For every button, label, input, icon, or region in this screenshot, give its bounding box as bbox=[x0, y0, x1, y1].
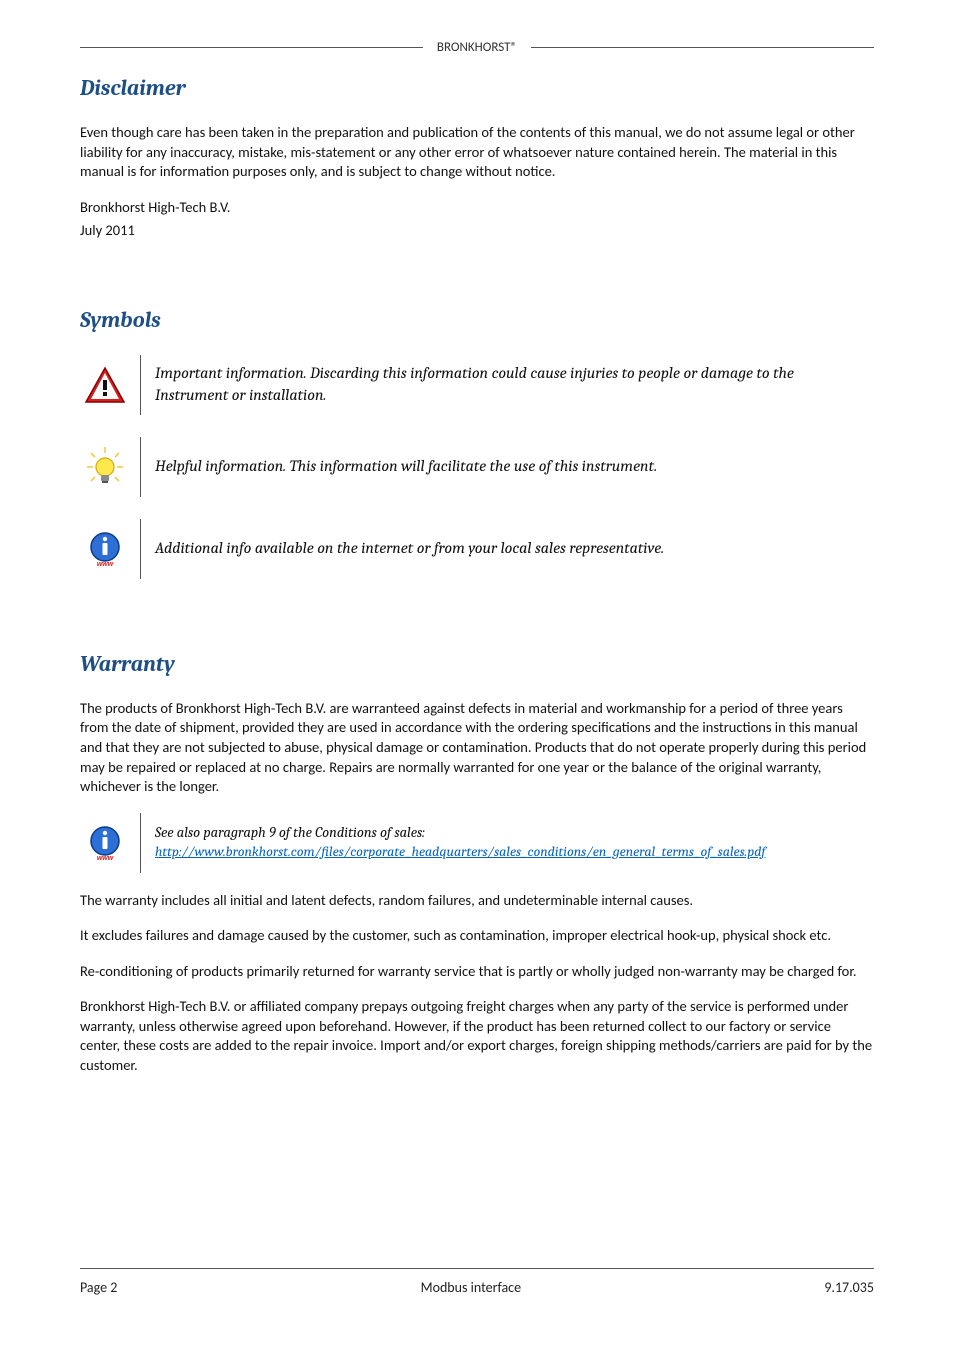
symbol-info-line1: Additional info available on the interne… bbox=[155, 538, 664, 560]
page-footer: Page 2 Modbus interface 9.17.035 bbox=[80, 1268, 874, 1296]
warranty-para5: Bronkhorst High-Tech B.V. or affiliated … bbox=[80, 997, 874, 1075]
symbol-tip-line1: Helpful information. This information wi… bbox=[155, 456, 657, 478]
footer-doc-code: 9.17.035 bbox=[824, 1279, 874, 1296]
symbol-row-tip: Helpful information. This information wi… bbox=[80, 437, 874, 497]
disclaimer-heading: Disclaimer bbox=[80, 75, 874, 101]
symbol-row-warning: Important information. Discarding this i… bbox=[80, 355, 874, 415]
warranty-note-row: www See also paragraph 9 of the Conditio… bbox=[80, 813, 874, 873]
disclaimer-para1: Even though care has been taken in the p… bbox=[80, 123, 874, 182]
disclaimer-signoff: Bronkhorst High-Tech B.V. July 2011 bbox=[80, 198, 874, 241]
symbol-text-info: Additional info available on the interne… bbox=[155, 519, 664, 579]
header-rule-left bbox=[80, 47, 423, 48]
warranty-note-link[interactable]: http://www.bronkhorst.com/files/corporat… bbox=[155, 843, 765, 862]
warranty-para1: The products of Bronkhorst High-Tech B.V… bbox=[80, 699, 874, 797]
lightbulb-icon bbox=[80, 437, 130, 497]
warranty-para4: Re-conditioning of products primarily re… bbox=[80, 962, 874, 982]
warranty-para3: It excludes failures and damage caused b… bbox=[80, 926, 874, 946]
symbol-row-info: www Additional info available on the int… bbox=[80, 519, 874, 579]
info-www-icon: www bbox=[80, 813, 130, 873]
symbol-warning-line1: Important information. Discarding this i… bbox=[155, 363, 794, 385]
disclaimer-date: July 2011 bbox=[80, 221, 874, 241]
symbol-text-tip: Helpful information. This information wi… bbox=[155, 437, 657, 497]
symbol-divider bbox=[140, 813, 141, 873]
symbols-heading: Symbols bbox=[80, 307, 874, 333]
warranty-heading: Warranty bbox=[80, 651, 874, 677]
warranty-para2: The warranty includes all initial and la… bbox=[80, 891, 874, 911]
footer-doc-title: Modbus interface bbox=[421, 1279, 521, 1296]
symbol-text-warning: Important information. Discarding this i… bbox=[155, 355, 794, 415]
symbol-warning-line2: Instrument or installation. bbox=[155, 385, 794, 407]
symbol-divider bbox=[140, 355, 141, 415]
disclaimer-body: Even though care has been taken in the p… bbox=[80, 123, 874, 182]
footer-page-number: Page 2 bbox=[80, 1279, 117, 1296]
header-rule-right bbox=[531, 47, 874, 48]
page-top-header: BRONKHORST® bbox=[80, 40, 874, 55]
warning-icon bbox=[80, 355, 130, 415]
symbol-divider bbox=[140, 437, 141, 497]
footer-rule bbox=[80, 1268, 874, 1269]
svg-text:www: www bbox=[97, 855, 114, 862]
brand-name: BRONKHORST® bbox=[437, 40, 517, 55]
symbol-divider bbox=[140, 519, 141, 579]
warranty-note-lead: See also paragraph 9 of the Conditions o… bbox=[155, 823, 765, 843]
warranty-note-text: See also paragraph 9 of the Conditions o… bbox=[155, 813, 765, 873]
svg-text:www: www bbox=[97, 561, 114, 568]
info-www-icon: www bbox=[80, 519, 130, 579]
disclaimer-company: Bronkhorst High-Tech B.V. bbox=[80, 198, 874, 218]
